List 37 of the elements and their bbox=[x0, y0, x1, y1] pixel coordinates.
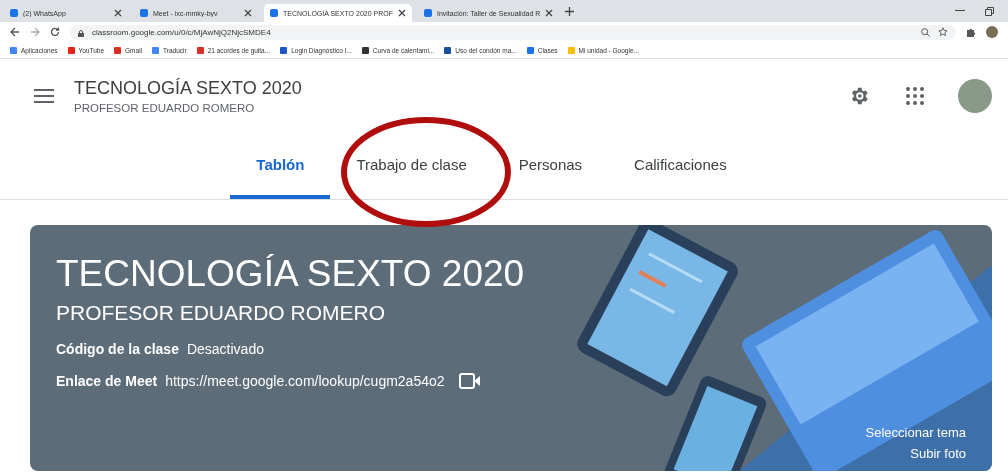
back-icon[interactable] bbox=[10, 27, 20, 37]
close-icon[interactable] bbox=[545, 9, 554, 17]
meet-link[interactable]: https://meet.google.com/lookup/cugm2a54o2 bbox=[165, 373, 445, 389]
site-icon bbox=[140, 9, 148, 17]
site-icon bbox=[10, 9, 18, 17]
address-field[interactable]: classroom.google.com/u/0/c/MjAwNjQ2NjcSMDE4 bbox=[70, 24, 956, 40]
close-icon[interactable] bbox=[114, 9, 122, 17]
star-icon[interactable] bbox=[938, 27, 948, 37]
puzzle-icon[interactable] bbox=[966, 27, 976, 37]
reload-icon[interactable] bbox=[50, 27, 60, 37]
video-camera-icon[interactable] bbox=[458, 373, 481, 389]
profile-avatar[interactable] bbox=[986, 26, 998, 38]
menu-icon[interactable] bbox=[34, 89, 54, 103]
nav-tab[interactable]: Trabajo de clase bbox=[330, 133, 493, 199]
site-icon bbox=[423, 9, 432, 17]
banner-title: TECNOLOGÍA SEXTO 2020 bbox=[56, 253, 525, 295]
zoom-icon[interactable] bbox=[921, 27, 930, 37]
close-icon[interactable] bbox=[397, 9, 406, 17]
new-tab-icon[interactable] bbox=[565, 6, 575, 16]
banner-action-link[interactable]: Subir foto bbox=[910, 446, 966, 461]
minimize-icon[interactable] bbox=[955, 10, 965, 12]
lock-icon bbox=[78, 30, 84, 37]
meet-link-label: Enlace de Meet bbox=[56, 373, 158, 389]
class-code-value: Desactivado bbox=[186, 341, 264, 357]
site-icon bbox=[270, 9, 278, 17]
banner-action-link[interactable]: Seleccionar tema bbox=[865, 425, 966, 440]
close-icon[interactable] bbox=[244, 9, 252, 17]
class-teacher: PROFESOR EDUARDO ROMERO bbox=[74, 102, 256, 114]
nav-tab[interactable]: Tablón bbox=[230, 133, 331, 199]
apps-grid-icon[interactable] bbox=[906, 87, 924, 105]
profile-avatar[interactable] bbox=[958, 79, 992, 113]
class-code-label: Código de la clase bbox=[56, 341, 179, 357]
restore-icon[interactable] bbox=[985, 6, 994, 16]
nav-tab[interactable]: Personas bbox=[492, 133, 609, 199]
banner-teacher: PROFESOR EDUARDO ROMERO bbox=[56, 301, 386, 325]
class-title[interactable]: TECNOLOGÍA SEXTO 2020 bbox=[74, 78, 302, 99]
nav-tab[interactable]: Calificaciones bbox=[608, 133, 753, 199]
